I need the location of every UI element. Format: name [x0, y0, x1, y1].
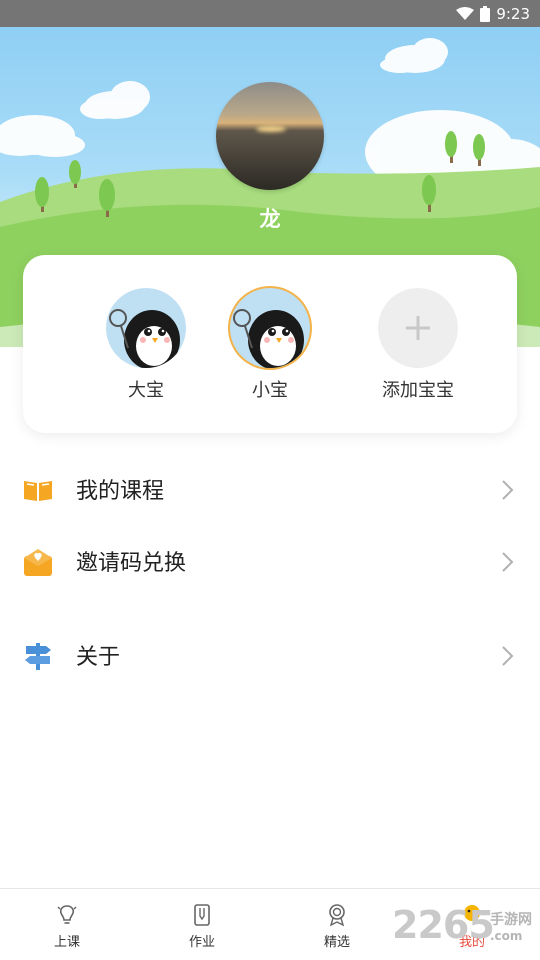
child-item-xiaobao[interactable]: 小宝: [215, 288, 325, 402]
menu-item-my-courses[interactable]: 我的课程: [0, 459, 540, 519]
child-item-dabao[interactable]: 大宝: [91, 288, 201, 402]
watermark-site: 手游网: [490, 912, 532, 928]
plus-icon: [406, 316, 430, 340]
chevron-right-icon: [502, 480, 514, 500]
site-watermark: 2265 手游网 .com: [392, 903, 538, 953]
tab-class[interactable]: 上课: [27, 903, 107, 950]
children-card: 大宝 小宝 添加宝宝: [23, 255, 517, 433]
user-name: 龙: [259, 207, 281, 231]
status-bar: 9:23: [0, 0, 540, 27]
status-time: 9:23: [496, 4, 530, 23]
menu-item-invite-code[interactable]: 邀请码兑换: [0, 531, 540, 591]
chevron-right-icon: [502, 646, 514, 666]
child-label: 大宝: [128, 380, 164, 401]
penguin-icon: [233, 309, 304, 368]
child-avatar: [106, 288, 186, 368]
penguin-icon: [109, 309, 180, 368]
add-circle: [378, 288, 458, 368]
battery-icon: [480, 5, 491, 22]
user-avatar[interactable]: [216, 82, 324, 190]
add-child-label: 添加宝宝: [382, 380, 454, 401]
add-child-button[interactable]: 添加宝宝: [363, 288, 473, 402]
signpost-icon: [25, 643, 51, 670]
wifi-icon: [456, 6, 475, 20]
watermark-domain: .com: [490, 929, 523, 943]
badge-icon: [329, 904, 345, 927]
menu-label: 关于: [76, 645, 121, 670]
menu-label: 邀请码兑换: [76, 551, 187, 576]
watermark-number: 2265: [392, 903, 495, 947]
lightbulb-icon: [57, 905, 77, 924]
chevron-right-icon: [502, 552, 514, 572]
tab-featured[interactable]: 精选: [297, 903, 377, 950]
tab-label: 精选: [323, 935, 350, 950]
envelope-heart-icon: [24, 549, 52, 576]
menu-item-about[interactable]: 关于: [0, 625, 540, 685]
child-label: 小宝: [252, 380, 288, 401]
child-avatar: [230, 288, 310, 368]
menu-label: 我的课程: [76, 479, 165, 504]
tab-label: 上课: [53, 935, 80, 950]
tab-label: 作业: [188, 935, 215, 950]
pencil-book-icon: [194, 904, 210, 926]
open-book-icon: [24, 481, 52, 501]
tab-homework[interactable]: 作业: [162, 903, 242, 950]
